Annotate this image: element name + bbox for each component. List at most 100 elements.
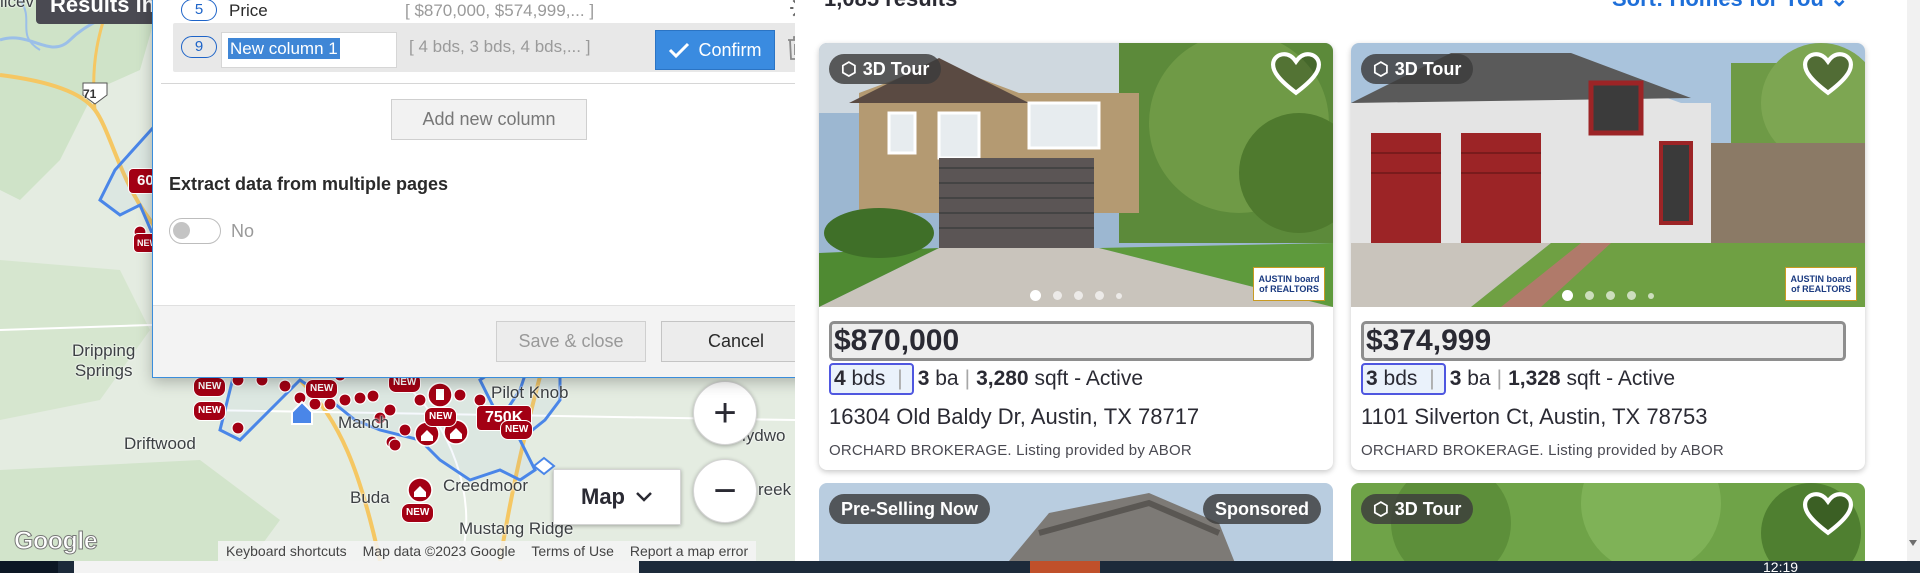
austin-board-of-realtors-logo: AUSTIN board of REALTORS: [1253, 267, 1325, 301]
column-number-badge: 5: [181, 0, 217, 21]
separator: |: [897, 367, 903, 390]
listing-address[interactable]: 16304 Old Baldy Dr, Austin, TX 78717: [829, 404, 1199, 430]
map-type-label: Map: [581, 484, 625, 509]
listing-badge: ⬡ 3D Tour: [1361, 54, 1474, 84]
map-pin-new[interactable]: NEW: [500, 420, 534, 440]
baths-value: 3: [917, 367, 930, 390]
listing-price: $870,000: [829, 321, 1314, 361]
map-pin-new[interactable]: NEW: [401, 503, 435, 523]
sort-dropdown[interactable]: Sort: Homes for You ⌄: [1612, 0, 1848, 12]
extract-multiple-pages-toggle[interactable]: [169, 218, 221, 244]
listing-facts: 3 bds | 3 ba | 1,328 sqft - Active: [1361, 363, 1675, 395]
listing-photo[interactable]: ⬡ 3D Tour AUSTIN board of REALTORS: [1351, 43, 1865, 307]
heart-icon[interactable]: [1271, 51, 1321, 97]
map-pin-new[interactable]: NEW: [193, 377, 227, 397]
map-label-buda: Buda: [350, 488, 390, 507]
heart-icon[interactable]: [1803, 51, 1853, 97]
divider: [161, 83, 819, 84]
toggle-state-label: No: [231, 221, 255, 241]
listing-photo[interactable]: ⬡ 3D Tour AUSTIN board of REALTORS: [819, 43, 1333, 307]
start-button[interactable]: [0, 561, 58, 573]
taskbar-search[interactable]: [74, 561, 639, 573]
separator: |: [1496, 367, 1503, 390]
column-name-selected-text: New column 1: [228, 38, 340, 59]
listing-broker: ORCHARD BROKERAGE. Listing provided by A…: [829, 442, 1192, 459]
carousel-dot[interactable]: [1585, 291, 1594, 300]
separator: |: [964, 367, 971, 390]
map-label-creek: reek: [758, 480, 792, 499]
board-logo-text: AUSTIN board of REALTORS: [1790, 274, 1852, 294]
sort-label: Sort: Homes for You: [1612, 0, 1824, 11]
carousel-dot[interactable]: [1074, 291, 1083, 300]
page-scrollbar[interactable]: [1907, 0, 1920, 561]
add-new-column-button[interactable]: Add new column: [391, 99, 587, 140]
listing-card[interactable]: Pre-Selling Now Sponsored: [819, 483, 1333, 573]
sqft-value: 3,280: [976, 367, 1029, 390]
cube-icon: ⬡: [1373, 499, 1389, 519]
sponsored-badge: Sponsored: [1202, 494, 1321, 524]
badge-label: 3D Tour: [1394, 499, 1462, 519]
map-attribution: Keyboard shortcuts Map data ©2023 Google…: [218, 541, 757, 561]
beds-unit: bds: [1383, 367, 1418, 390]
save-close-button[interactable]: Save & close: [496, 321, 646, 362]
listing-card[interactable]: ⬡ 3D Tour AUSTIN board of REALTORS $374,…: [1351, 43, 1865, 470]
beds-value: 4: [834, 367, 846, 390]
scroll-down-arrow-icon[interactable]: [1909, 540, 1917, 546]
keyboard-shortcuts-link[interactable]: Keyboard shortcuts: [218, 541, 355, 561]
carousel-dot[interactable]: [1116, 292, 1122, 299]
carousel-dot[interactable]: [1030, 290, 1041, 301]
listing-price: $374,999: [1361, 321, 1846, 361]
listing-card[interactable]: ⬡ 3D Tour AUSTIN board of REALTORS $870,…: [819, 43, 1333, 470]
baths-unit: ba: [1467, 367, 1491, 390]
listing-address[interactable]: 1101 Silverton Ct, Austin, TX 78753: [1361, 404, 1708, 430]
board-logo-text: AUSTIN board of REALTORS: [1258, 274, 1320, 294]
taskbar-clock: 12:19: [1763, 559, 1799, 573]
sqft-unit: sqft: [1566, 367, 1601, 390]
confirm-button[interactable]: Confirm: [655, 30, 775, 70]
map-pin-new[interactable]: NEW: [193, 401, 227, 421]
beds-unit: bds: [851, 367, 886, 390]
listing-broker: ORCHARD BROKERAGE. Listing provided by A…: [1361, 442, 1724, 459]
map-label-creedmoor: Creedmoor: [443, 476, 529, 495]
carousel-dot[interactable]: [1053, 291, 1062, 300]
map-label-dripping-springs: Dripping Springs: [72, 341, 136, 380]
carousel-dot[interactable]: [1562, 290, 1573, 301]
column-number-badge: 9: [181, 36, 217, 58]
column-name-price[interactable]: Price: [229, 1, 268, 21]
results-count: 1,085 results: [824, 0, 957, 12]
map-data-text: Map data ©2023 Google: [362, 543, 516, 559]
column-sample-new: [ 4 bds, 3 bds, 4 bds,... ]: [409, 37, 591, 56]
carousel-dot[interactable]: [1648, 292, 1654, 299]
edit-columns-dialog: 5 Price [ $870,000, $574,999,... ] 9 New…: [152, 0, 826, 378]
listing-badge: ⬡ 3D Tour: [829, 54, 942, 84]
map-pin-new[interactable]: NEW: [424, 407, 458, 427]
checkmark-icon: [669, 42, 690, 59]
map-pin-new[interactable]: NEW: [305, 379, 339, 399]
sqft-value: 1,328: [1508, 367, 1561, 390]
map-label-driftwood: Driftwood: [124, 434, 196, 453]
zoom-in-button[interactable]: +: [693, 381, 757, 445]
cancel-button[interactable]: Cancel: [661, 321, 811, 362]
listing-facts: 4 bds | 3 ba | 3,280 sqft - Active: [829, 363, 1143, 395]
map-label-manchaca: Manch: [338, 413, 390, 432]
cube-icon: ⬡: [841, 59, 857, 79]
carousel-dot[interactable]: [1627, 291, 1636, 300]
chevron-down-icon: [636, 492, 652, 502]
baths-unit: ba: [935, 367, 959, 390]
results-panel: 1,085 results Sort: Homes for You ⌄: [795, 0, 1907, 573]
austin-board-of-realtors-logo: AUSTIN board of REALTORS: [1785, 267, 1857, 301]
results-tab: Results in: [36, 0, 170, 24]
confirm-label: Confirm: [698, 39, 762, 60]
terms-of-use-link[interactable]: Terms of Use: [523, 541, 621, 561]
column-name-input[interactable]: New column 1: [221, 32, 397, 68]
baths-value: 3: [1449, 367, 1462, 390]
column-row-new: 9 New column 1 [ 4 bds, 3 bds, 4 bds,...…: [173, 23, 806, 72]
heart-icon[interactable]: [1803, 491, 1853, 537]
listing-status: - Active: [1606, 367, 1676, 390]
carousel-dot[interactable]: [1095, 291, 1104, 300]
zoom-out-button[interactable]: −: [693, 459, 757, 523]
report-map-error-link[interactable]: Report a map error: [622, 541, 756, 561]
carousel-dot[interactable]: [1606, 291, 1615, 300]
taskbar-app-icon[interactable]: [1030, 561, 1100, 573]
map-type-dropdown[interactable]: Map: [553, 469, 681, 525]
